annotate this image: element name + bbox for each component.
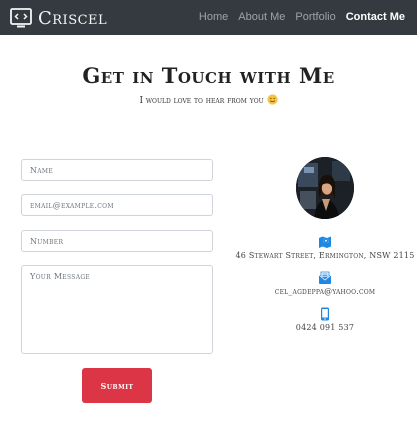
name-input[interactable] xyxy=(21,159,213,181)
email-text: cel_agdeppa@yahoo.com xyxy=(274,287,376,296)
phone-text: 0424 091 537 xyxy=(295,323,355,332)
navbar: Criscel Home About Me Portfolio Contact … xyxy=(0,0,417,35)
nav-portfolio[interactable]: Portfolio xyxy=(295,11,335,23)
message-textarea[interactable] xyxy=(21,265,213,354)
code-window-icon xyxy=(10,8,32,28)
smiling-face-icon xyxy=(266,94,278,105)
page-title: Get in Touch with Me xyxy=(82,63,335,88)
brand-link[interactable]: Criscel xyxy=(10,6,107,30)
address-text: 46 Stewart Street, Ermington, NSW 2115 xyxy=(235,251,415,260)
number-input[interactable] xyxy=(21,230,213,252)
mobile-phone-icon xyxy=(321,307,329,321)
subtitle-text: I would love to hear from you xyxy=(139,96,264,106)
envelope-icon xyxy=(318,271,332,284)
email-input[interactable] xyxy=(21,194,213,216)
nav-about-me[interactable]: About Me xyxy=(238,11,285,23)
nav-home[interactable]: Home xyxy=(199,11,228,23)
nav-contact-me[interactable]: Contact Me xyxy=(346,11,405,23)
main-nav: Home About Me Portfolio Contact Me xyxy=(199,11,405,23)
map-marker-icon xyxy=(319,236,331,248)
page-subtitle: I would love to hear from you xyxy=(0,94,417,106)
submit-button[interactable]: Submit xyxy=(82,368,152,403)
brand-name: Criscel xyxy=(38,7,108,29)
profile-photo xyxy=(296,157,354,219)
profile-photo-illustration xyxy=(296,157,354,219)
